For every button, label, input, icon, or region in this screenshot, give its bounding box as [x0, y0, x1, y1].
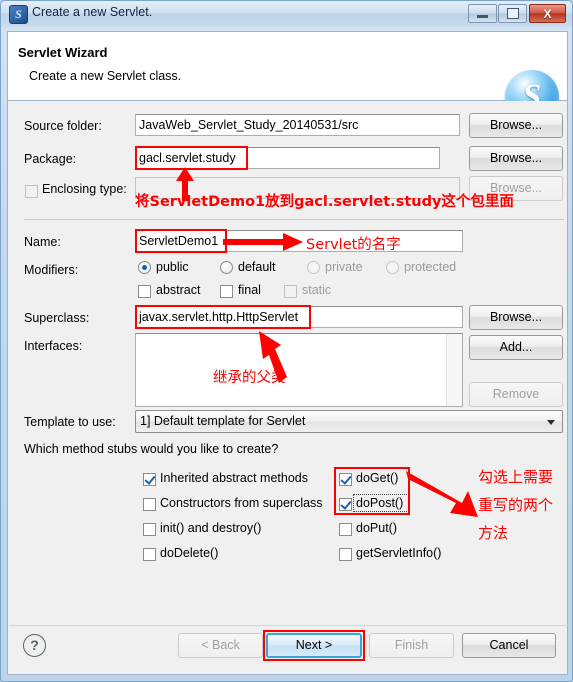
modifier-label-private: private [325, 260, 363, 274]
form-separator [24, 219, 564, 220]
next-annotation-box [263, 630, 365, 661]
method-stubs-question: Which method stubs would you like to cre… [24, 442, 279, 456]
superclass-label: Superclass: [24, 311, 90, 325]
stubs-annotation-box [334, 467, 410, 515]
close-icon: X [543, 6, 552, 21]
stub-checkbox-dodelete[interactable] [143, 548, 156, 561]
enclosing-type-label: Enclosing type: [42, 182, 127, 196]
back-button: < Back [178, 633, 263, 658]
chevron-down-icon [547, 420, 555, 425]
superclass-annotation-text: 继承的父类 [213, 370, 286, 386]
stub-label-inherited-abstract-methods[interactable]: Inherited abstract methods [160, 471, 308, 485]
window-title-bar[interactable]: S Create a new Servlet. X [1, 1, 572, 27]
source-folder-label: Source folder: [24, 119, 102, 133]
stub-label-constructors-from-superclass[interactable]: Constructors from superclass [160, 496, 323, 510]
wizard-form: Source folder: JavaWeb_Servlet_Study_201… [7, 101, 568, 609]
modifier-radio-protected [386, 261, 399, 274]
package-annotation-arrow [176, 167, 194, 201]
modifier-label-final[interactable]: final [238, 283, 261, 297]
wizard-subtitle: Create a new Servlet class. [29, 69, 182, 83]
wizard-banner: Servlet Wizard Create a new Servlet clas… [7, 31, 568, 124]
footer-separator [9, 625, 568, 626]
enclosing-type-checkbox[interactable] [25, 185, 38, 198]
modifier-checkbox-static [284, 285, 297, 298]
stub-label-doput[interactable]: doPut() [356, 521, 397, 535]
interfaces-list[interactable] [135, 333, 463, 407]
superclass-browse-button[interactable]: Browse... [469, 305, 563, 330]
modifier-label-protected: protected [404, 260, 457, 274]
superclass-annotation-box [135, 305, 311, 329]
modifier-radio-public[interactable] [138, 261, 151, 274]
modifier-radio-private [307, 261, 320, 274]
modifier-radio-default[interactable] [220, 261, 233, 274]
help-icon[interactable]: ? [23, 634, 46, 657]
close-button[interactable]: X [529, 4, 566, 23]
stub-label-dodelete[interactable]: doDelete() [160, 546, 218, 560]
package-browse-button[interactable]: Browse... [469, 146, 563, 171]
template-value: 1] Default template for Servlet [140, 414, 306, 428]
name-label: Name: [24, 235, 61, 249]
name-annotation-arrow [223, 233, 303, 251]
cancel-button[interactable]: Cancel [462, 633, 556, 658]
interfaces-label: Interfaces: [24, 339, 83, 353]
stub-checkbox-doput[interactable] [339, 523, 352, 536]
template-combobox[interactable]: 1] Default template for Servlet [135, 410, 563, 433]
package-label: Package: [24, 152, 77, 166]
stubs-annotation-line3: 方法 [478, 524, 509, 542]
stubs-annotation-arrow [406, 471, 478, 517]
stub-label-init-and-destroy[interactable]: init() and destroy() [160, 521, 261, 535]
maximize-button[interactable] [498, 4, 527, 23]
interfaces-scrollbar[interactable] [446, 334, 462, 406]
wizard-title: Servlet Wizard [18, 45, 108, 60]
stub-checkbox-constructors-from-superclass[interactable] [143, 498, 156, 511]
name-annotation-box [135, 229, 227, 253]
interfaces-remove-button: Remove [469, 382, 563, 407]
modifier-label-static: static [302, 283, 332, 297]
modifier-checkbox-abstract[interactable] [138, 285, 151, 298]
modifiers-label: Modifiers: [24, 263, 79, 277]
stub-checkbox-inherited-abstract-methods[interactable] [143, 473, 156, 486]
stub-checkbox-getservletinfo[interactable] [339, 548, 352, 561]
modifier-checkbox-final[interactable] [220, 285, 233, 298]
stub-label-getservletinfo[interactable]: getServletInfo() [356, 546, 441, 560]
finish-button: Finish [369, 633, 454, 658]
modifier-label-default[interactable]: default [238, 260, 276, 274]
servlet-wizard-window: S Create a new Servlet. X Servlet Wizard… [0, 0, 573, 682]
source-folder-browse-button[interactable]: Browse... [469, 113, 563, 138]
servlet-app-icon: S [9, 5, 28, 24]
modifier-label-abstract[interactable]: abstract [156, 283, 200, 297]
stubs-annotation-line2: 重写的两个 [478, 496, 554, 514]
source-folder-input[interactable]: JavaWeb_Servlet_Study_20140531/src [135, 114, 460, 136]
stub-checkbox-init-and-destroy[interactable] [143, 523, 156, 536]
window-title: Create a new Servlet. [32, 5, 153, 19]
stubs-annotation-line1: 勾选上需要 [478, 468, 554, 486]
interfaces-add-button[interactable]: Add... [469, 335, 563, 360]
name-annotation-text: Servlet的名字 [306, 237, 401, 253]
modifier-label-public[interactable]: public [156, 260, 189, 274]
template-label: Template to use: [24, 415, 116, 429]
minimize-button[interactable] [468, 4, 497, 23]
